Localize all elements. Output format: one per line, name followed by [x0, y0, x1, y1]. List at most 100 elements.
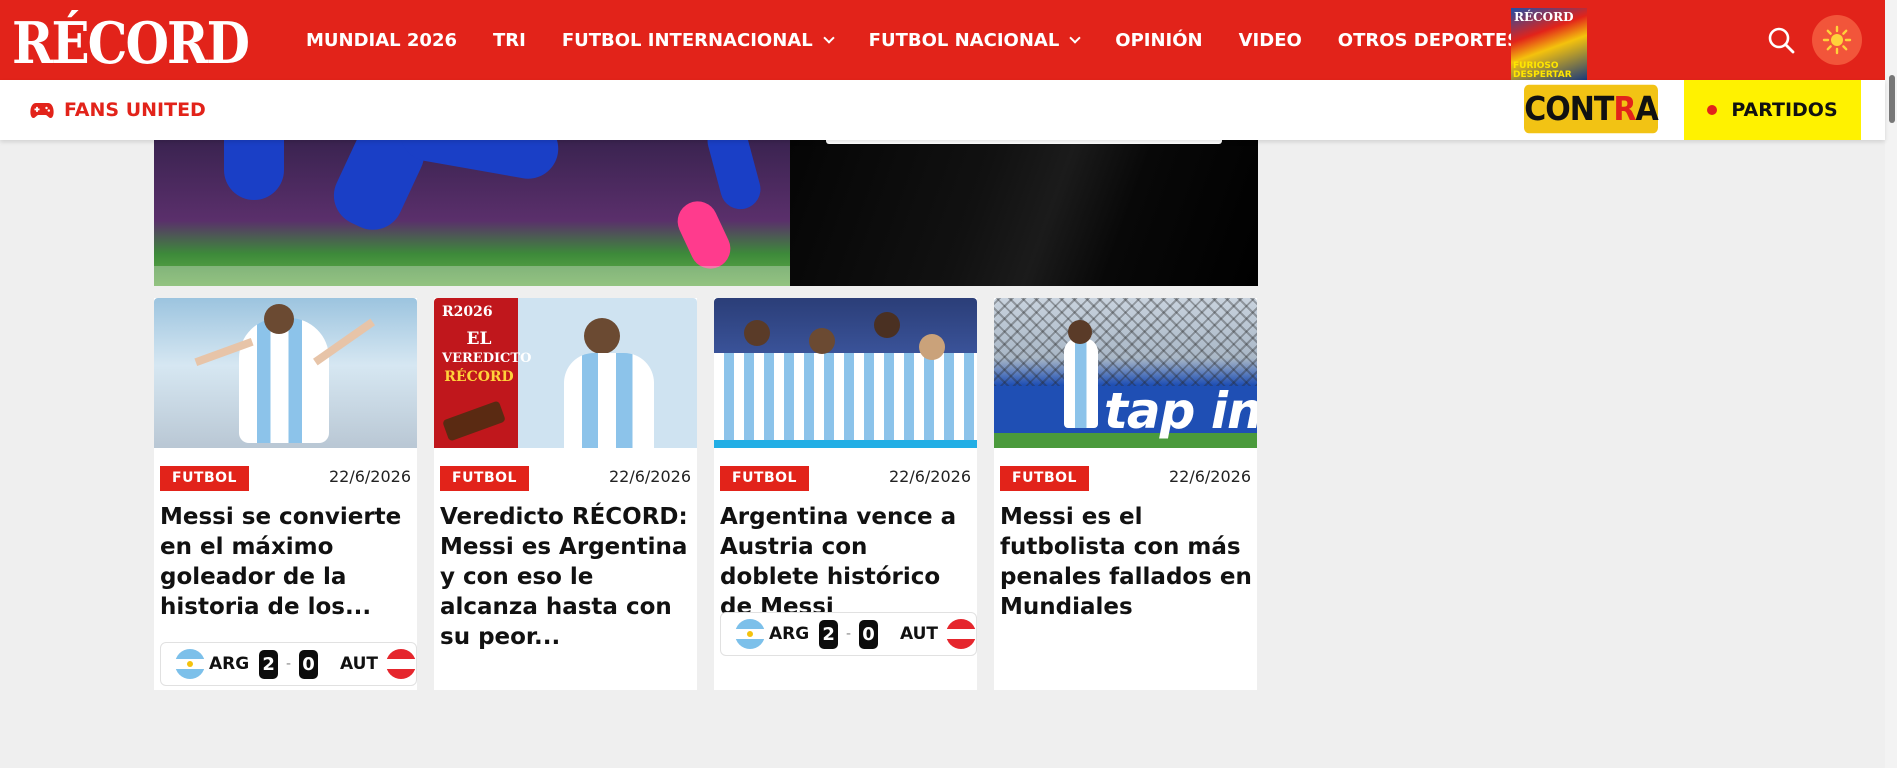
- news-card[interactable]: tap in FUTBOL 22/6/2026 Messi es el futb…: [994, 298, 1257, 690]
- news-card-image-detail: [1064, 338, 1098, 428]
- news-card-image-detail: [264, 304, 294, 334]
- publish-date: 22/6/2026: [608, 467, 691, 486]
- ad-board-text: tap in: [1104, 382, 1257, 440]
- scoreboard-widget[interactable]: ARG 2 - 0 AUT: [720, 612, 977, 656]
- verdict-title: EL VEREDICTO RÉCORD: [442, 329, 532, 387]
- austria-flag-icon: [386, 649, 416, 679]
- hero-image-detail: [671, 194, 737, 276]
- news-card-image: [154, 298, 417, 448]
- news-headline[interactable]: Messi se convierte en el máximo goleador…: [160, 502, 412, 622]
- hero-image-detail: [154, 266, 790, 286]
- contra-text-end: A: [1635, 89, 1658, 129]
- sun-icon: [1822, 25, 1852, 55]
- nav-item-futbol-nacional[interactable]: FUTBOL NACIONAL: [868, 29, 1081, 51]
- hero-image-detail: [703, 140, 765, 214]
- verdict-line: EL: [466, 329, 492, 349]
- newspaper-cover-thumbnail[interactable]: RÉCORD FURIOSO DESPERTAR: [1511, 8, 1587, 80]
- nav-label: OPINIÓN: [1115, 29, 1203, 51]
- news-card[interactable]: FUTBOL 22/6/2026 Argentina vence a Austr…: [714, 298, 977, 690]
- goal-net-detail: [994, 298, 1257, 386]
- verdict-line: VEREDICTO: [442, 351, 532, 366]
- nav-label: TRI: [493, 29, 526, 51]
- search-icon: [1768, 27, 1795, 54]
- hero-video-panel[interactable]: [790, 140, 1258, 286]
- contra-text-r: R: [1613, 89, 1636, 129]
- cover-title: RÉCORD: [1514, 10, 1574, 24]
- score-separator: -: [846, 626, 852, 642]
- gavel-icon: [442, 400, 506, 442]
- news-card[interactable]: R2026 EL VEREDICTO RÉCORD FUTBOL 22/6/20…: [434, 298, 697, 690]
- nav-item-otros-deportes[interactable]: OTROS DEPORTES: [1337, 29, 1542, 51]
- news-headline[interactable]: Messi es el futbolista con más penales f…: [1000, 502, 1252, 622]
- nav-label: FUTBOL INTERNACIONAL: [561, 29, 813, 51]
- nav-item-video[interactable]: VIDEO: [1239, 30, 1302, 51]
- fans-united-link[interactable]: FANS UNITED: [30, 80, 206, 140]
- nav-label: MUNDIAL 2026: [306, 29, 457, 51]
- nav-label: OTROS DEPORTES: [1337, 29, 1521, 51]
- news-card-image-detail: [564, 353, 654, 448]
- category-tag[interactable]: FUTBOL: [1000, 466, 1089, 491]
- news-card-image-detail: [809, 328, 835, 354]
- site-logo[interactable]: RÉCORD: [12, 9, 250, 77]
- gamepad-icon: [30, 103, 54, 118]
- verdict-year: R2026: [442, 304, 493, 320]
- theme-toggle-button[interactable]: [1812, 15, 1862, 65]
- news-headline[interactable]: Veredicto RÉCORD: Messi es Argentina y c…: [440, 502, 692, 652]
- partidos-button[interactable]: PARTIDOS: [1684, 80, 1861, 140]
- news-card-image: R2026 EL VEREDICTO RÉCORD: [434, 298, 697, 448]
- news-card-image-detail: [239, 318, 329, 443]
- nav-item-tri[interactable]: TRI: [493, 30, 526, 51]
- news-card[interactable]: FUTBOL 22/6/2026 Messi se convierte en e…: [154, 298, 417, 690]
- hero-image[interactable]: [154, 140, 790, 286]
- verdict-line: RÉCORD: [444, 369, 514, 385]
- contra-text: CONT: [1524, 89, 1614, 129]
- live-dot-icon: [1707, 105, 1718, 115]
- publish-date: 22/6/2026: [888, 467, 971, 486]
- home-team: ARG: [769, 624, 810, 644]
- news-card-image-detail: [1068, 320, 1092, 344]
- nav-item-opinion[interactable]: OPINIÓN: [1115, 30, 1202, 51]
- news-card-image-detail: [919, 334, 945, 360]
- away-score: 0: [859, 619, 878, 649]
- publish-date: 22/6/2026: [1168, 467, 1251, 486]
- category-tag[interactable]: FUTBOL: [720, 466, 809, 491]
- fans-united-label: FANS UNITED: [64, 99, 206, 121]
- news-card-image: [714, 298, 977, 448]
- scoreboard-widget[interactable]: ARG 2 - 0 AUT: [160, 642, 417, 686]
- chevron-down-icon: [1069, 31, 1081, 44]
- argentina-flag-icon: [735, 619, 765, 649]
- home-score: 2: [819, 619, 839, 649]
- news-card-image-detail: [714, 440, 977, 448]
- hero-panel-bar: [826, 140, 1222, 144]
- news-headline[interactable]: Argentina vence a Austria con doblete hi…: [720, 502, 972, 622]
- contra-logo-button[interactable]: CONT R A: [1524, 84, 1659, 134]
- chevron-down-icon: [823, 31, 835, 44]
- hero-image-detail: [224, 140, 284, 200]
- austria-flag-icon: [946, 619, 976, 649]
- search-button[interactable]: [1766, 25, 1796, 55]
- news-card-image-detail: [714, 353, 977, 448]
- page-scrollbar-thumb[interactable]: [1889, 75, 1895, 123]
- partidos-label: PARTIDOS: [1731, 99, 1838, 121]
- news-card-image-detail: [874, 312, 900, 338]
- away-team: AUT: [339, 654, 378, 674]
- argentina-flag-icon: [175, 649, 205, 679]
- publish-date: 22/6/2026: [328, 467, 411, 486]
- news-card-image: tap in: [994, 298, 1257, 448]
- main-nav: MUNDIAL 2026 TRI FUTBOL INTERNACIONAL FU…: [306, 0, 1576, 80]
- top-navbar: RÉCORD MUNDIAL 2026 TRI FUTBOL INTERNACI…: [0, 0, 1885, 80]
- news-card-image-detail: [744, 320, 770, 346]
- score-separator: -: [286, 656, 292, 672]
- news-card-image-detail: [584, 318, 620, 354]
- home-team: ARG: [209, 654, 250, 674]
- nav-label: FUTBOL NACIONAL: [868, 29, 1060, 51]
- category-tag[interactable]: FUTBOL: [440, 466, 529, 491]
- nav-item-mundial-2026[interactable]: MUNDIAL 2026: [306, 30, 457, 51]
- away-team: AUT: [899, 624, 938, 644]
- category-tag[interactable]: FUTBOL: [160, 466, 249, 491]
- cover-headline: FURIOSO DESPERTAR: [1513, 61, 1572, 80]
- nav-label: VIDEO: [1238, 29, 1302, 51]
- nav-item-futbol-internacional[interactable]: FUTBOL INTERNACIONAL: [561, 29, 835, 51]
- away-score: 0: [299, 649, 318, 679]
- home-score: 2: [259, 649, 279, 679]
